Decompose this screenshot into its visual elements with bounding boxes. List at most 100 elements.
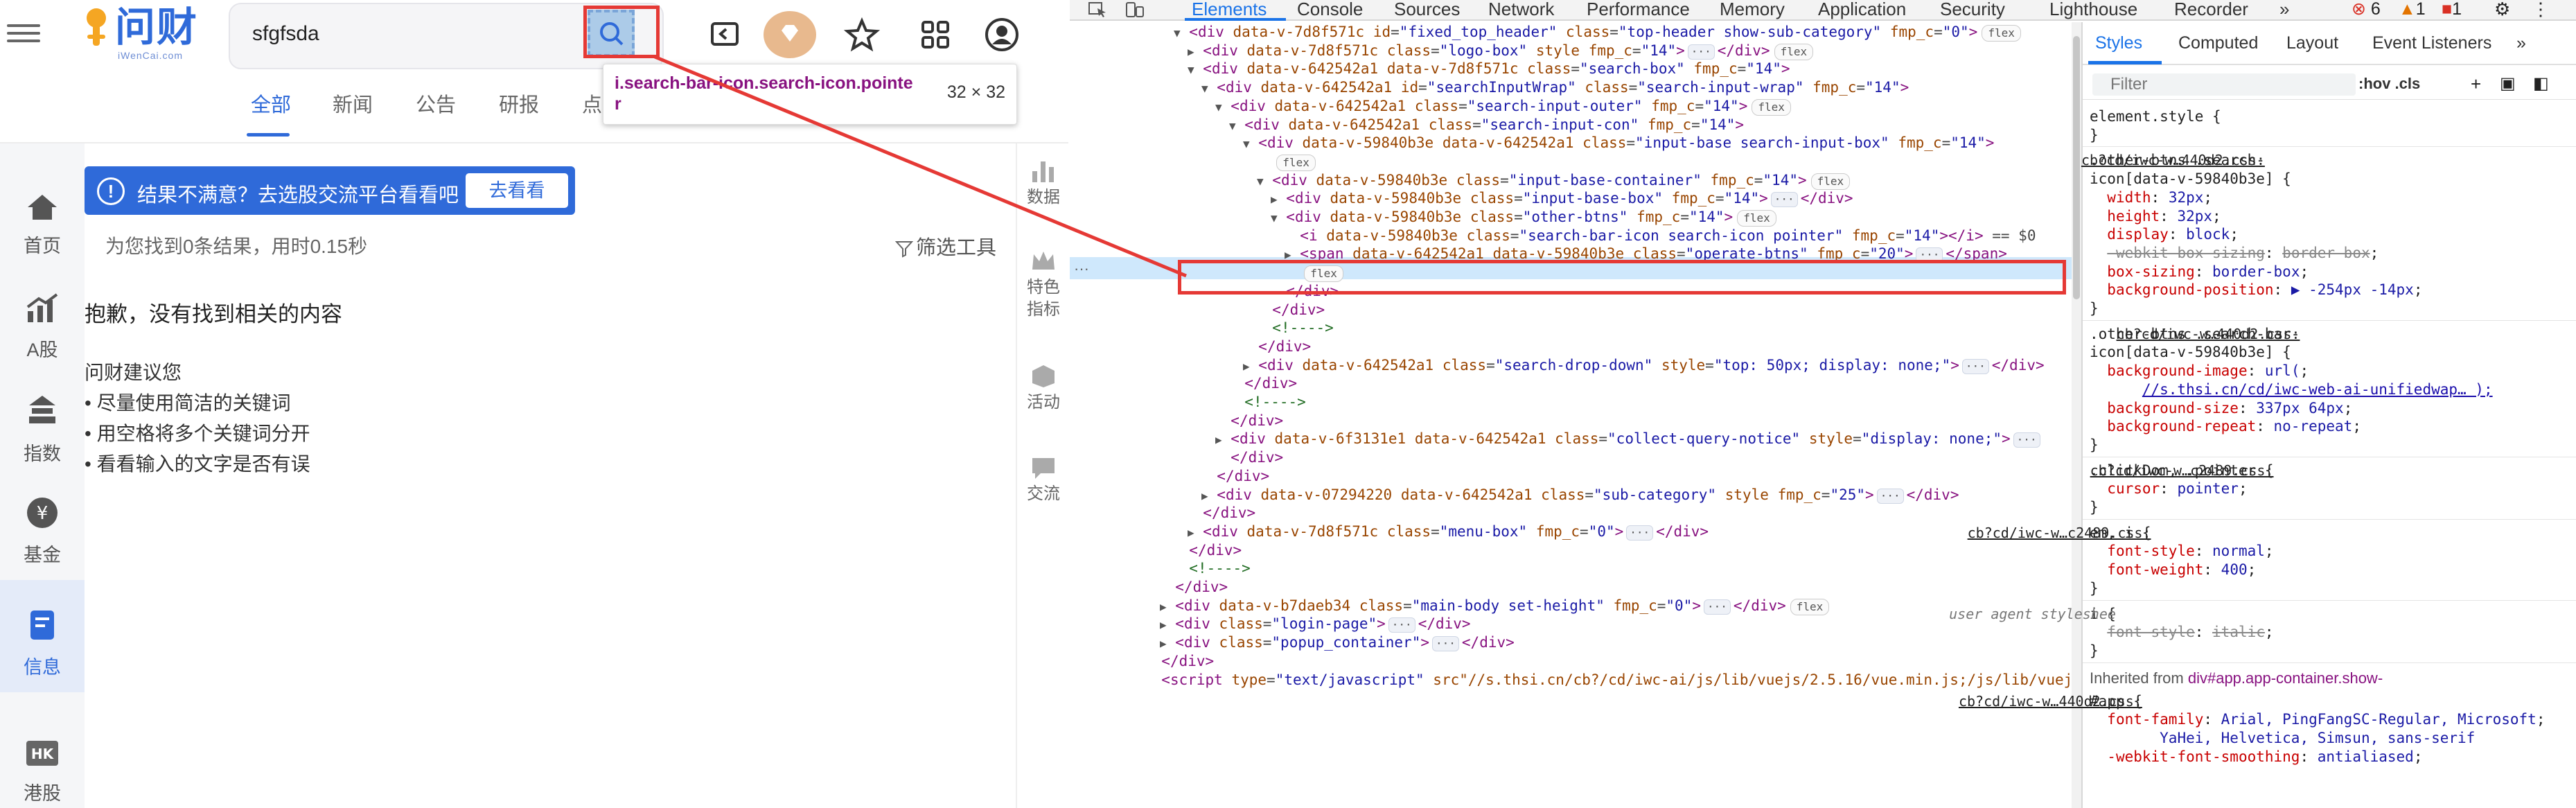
apps-grid-icon[interactable] bbox=[916, 15, 955, 54]
side-item-feature[interactable]: 特色 指标 bbox=[1017, 249, 1070, 321]
expand-toggle-icon[interactable]: ▶ bbox=[1188, 45, 1194, 58]
expand-toggle-icon[interactable]: ▼ bbox=[1201, 82, 1208, 95]
expand-toggle-icon[interactable] bbox=[1257, 156, 1264, 169]
expand-toggle-icon[interactable] bbox=[1160, 581, 1167, 595]
nav-item-home[interactable]: 首页 bbox=[0, 164, 85, 268]
expand-toggle-icon[interactable]: ▶ bbox=[1201, 489, 1208, 502]
gear-icon[interactable]: ⚙ bbox=[2494, 0, 2510, 18]
nav-item-funds[interactable]: ¥ 基金 bbox=[0, 476, 85, 580]
style-property[interactable]: -webkit-font-smoothing: antialiased; bbox=[2090, 747, 2422, 766]
filter-tools-button[interactable]: 筛选工具 bbox=[894, 231, 996, 261]
expand-toggle-icon[interactable]: ▶ bbox=[1160, 618, 1167, 631]
warning-badge[interactable]: ▲1 bbox=[2399, 0, 2426, 18]
user-icon[interactable] bbox=[982, 15, 1021, 54]
rule-selector[interactable]: icon[data-v-59840b3e] { bbox=[2090, 342, 2291, 362]
expand-toggle-icon[interactable]: ▶ bbox=[1271, 193, 1278, 206]
ellipsis-icon[interactable]: ··· bbox=[1961, 358, 1989, 374]
tab-recorder[interactable]: Recorder bbox=[2174, 0, 2248, 18]
expand-toggle-icon[interactable]: ▼ bbox=[1229, 119, 1236, 132]
banner-go-button[interactable]: 去看看 bbox=[466, 173, 568, 208]
expand-toggle-icon[interactable] bbox=[1229, 396, 1236, 410]
star-icon[interactable] bbox=[843, 15, 881, 54]
nav-item-a-shares[interactable]: A股 bbox=[0, 268, 85, 372]
expand-toggle-icon[interactable] bbox=[1188, 507, 1194, 520]
dom-node-row[interactable]: ▶ <div data-v-7d8f571c class="menu-box" … bbox=[1188, 520, 1709, 543]
expand-toggle-icon[interactable]: ▼ bbox=[1215, 100, 1222, 114]
style-property[interactable]: font-family: Arial, PingFangSC-Regular, … bbox=[2090, 710, 2545, 729]
rule-close[interactable]: } bbox=[2090, 498, 2099, 517]
nav-item-hk[interactable]: HK 港股 bbox=[0, 726, 85, 808]
new-rule-icon[interactable]: + bbox=[2471, 73, 2481, 95]
tab-elements[interactable]: Elements bbox=[1192, 0, 1267, 18]
sidebar-toggle-icon[interactable]: ◧ bbox=[2533, 73, 2549, 94]
rule-close[interactable]: } bbox=[2090, 125, 2099, 145]
rule-selector[interactable]: .other-btns .search-cb?cd/iwc-w…440d2.cs… bbox=[2081, 150, 2265, 170]
rule-selector[interactable]: .clickDom, .pointer {cb?cd/iwc-w…c2489.c… bbox=[2090, 461, 2274, 480]
style-property[interactable]: -webkit-box-sizing: border-box; bbox=[2090, 243, 2379, 263]
rule-selector[interactable]: .other-btns .search-bar-cb?cd/iwc-w…440d… bbox=[2090, 324, 2300, 344]
ellipsis-icon[interactable]: ··· bbox=[1388, 617, 1415, 633]
kebab-menu-icon[interactable]: ⋮ bbox=[2532, 0, 2550, 18]
expand-toggle-icon[interactable] bbox=[1174, 545, 1181, 558]
rule-close[interactable]: } bbox=[2090, 435, 2099, 455]
rule-selector[interactable]: em, i {cb?cd/iwc-w…c2489.css: bbox=[1968, 523, 2151, 543]
history-icon[interactable] bbox=[705, 15, 744, 54]
expand-toggle-icon[interactable]: ▶ bbox=[1215, 433, 1222, 446]
expand-toggle-icon[interactable] bbox=[1257, 322, 1264, 335]
search-input[interactable]: sfgfsda bbox=[252, 22, 319, 46]
expand-toggle-icon[interactable] bbox=[1257, 304, 1264, 317]
style-property[interactable]: height: 32px; bbox=[2090, 207, 2221, 226]
ellipsis-icon[interactable]: ··· bbox=[1770, 192, 1798, 208]
paint-icon[interactable]: ▣ bbox=[2500, 73, 2516, 94]
style-property[interactable]: display: block; bbox=[2090, 225, 2239, 244]
expand-toggle-icon[interactable] bbox=[1215, 452, 1222, 465]
tab-styles[interactable]: Styles bbox=[2095, 33, 2142, 53]
flex-badge[interactable]: flex bbox=[1790, 598, 1830, 615]
tab-event-listeners[interactable]: Event Listeners bbox=[2372, 33, 2491, 53]
expand-toggle-icon[interactable] bbox=[1146, 656, 1153, 669]
tab-news[interactable]: 新闻 bbox=[333, 89, 373, 118]
device-toolbar-icon[interactable] bbox=[1125, 1, 1145, 18]
vip-gem-icon[interactable] bbox=[762, 10, 818, 60]
styles-filter-input[interactable]: Filter bbox=[2092, 73, 2356, 96]
rule-close[interactable]: } bbox=[2090, 299, 2099, 318]
nav-item-index[interactable]: 指数 bbox=[0, 372, 85, 476]
expand-toggle-icon[interactable] bbox=[1174, 563, 1181, 576]
tab-security[interactable]: Security bbox=[1940, 0, 2005, 18]
tab-application[interactable]: Application bbox=[1818, 0, 1906, 18]
expand-toggle-icon[interactable]: ▼ bbox=[1174, 26, 1181, 39]
tab-computed[interactable]: Computed bbox=[2178, 33, 2258, 53]
style-property[interactable]: font-style: italic; bbox=[2090, 622, 2273, 642]
issues-badge[interactable]: ■1 bbox=[2442, 0, 2462, 18]
tab-all[interactable]: 全部 bbox=[251, 89, 291, 118]
expand-toggle-icon[interactable] bbox=[1229, 378, 1236, 391]
dom-node-row[interactable]: ▶ <div data-v-07294220 data-v-642542a1 c… bbox=[1201, 484, 1959, 506]
tab-sources[interactable]: Sources bbox=[1394, 0, 1460, 18]
inspect-element-icon[interactable] bbox=[1088, 1, 1109, 18]
ellipsis-icon[interactable]: ··· bbox=[2013, 432, 2040, 448]
expand-toggle-icon[interactable] bbox=[1201, 471, 1208, 484]
rule-close[interactable]: } bbox=[2090, 641, 2099, 660]
dom-node-row[interactable]: <script type="text/javascript" src"//s.t… bbox=[1146, 669, 2079, 691]
expand-toggle-icon[interactable]: ▼ bbox=[1188, 63, 1194, 76]
more-tabs-icon[interactable]: » bbox=[2279, 0, 2289, 18]
style-property[interactable]: background-position: ▶ -254px -14px; bbox=[2090, 280, 2422, 299]
style-property[interactable]: font-weight: 400; bbox=[2090, 560, 2256, 579]
tab-memory[interactable]: Memory bbox=[1720, 0, 1785, 18]
expand-toggle-icon[interactable]: ▼ bbox=[1243, 137, 1250, 150]
more-tabs-icon[interactable]: » bbox=[2516, 33, 2526, 53]
logo[interactable]: 问财 iWenCai.com bbox=[82, 6, 200, 62]
tab-layout[interactable]: Layout bbox=[2286, 33, 2338, 53]
expand-toggle-icon[interactable] bbox=[1215, 415, 1222, 428]
ellipsis-icon[interactable]: ··· bbox=[1432, 636, 1459, 652]
expand-toggle-icon[interactable] bbox=[1146, 674, 1153, 687]
hov-cls-toggle[interactable]: :hov .cls bbox=[2358, 75, 2420, 93]
expand-toggle-icon[interactable]: ▶ bbox=[1160, 600, 1167, 613]
tab-network[interactable]: Network bbox=[1488, 0, 1554, 18]
style-property[interactable]: font-style: normal; bbox=[2090, 541, 2273, 561]
expand-toggle-icon[interactable]: ▶ bbox=[1160, 637, 1167, 650]
tab-reports[interactable]: 研报 bbox=[499, 89, 539, 118]
error-badge[interactable]: ⊗ 6 bbox=[2352, 0, 2381, 18]
ellipsis-icon[interactable]: ··· bbox=[1704, 599, 1731, 615]
tab-announcements[interactable]: 公告 bbox=[416, 89, 456, 118]
